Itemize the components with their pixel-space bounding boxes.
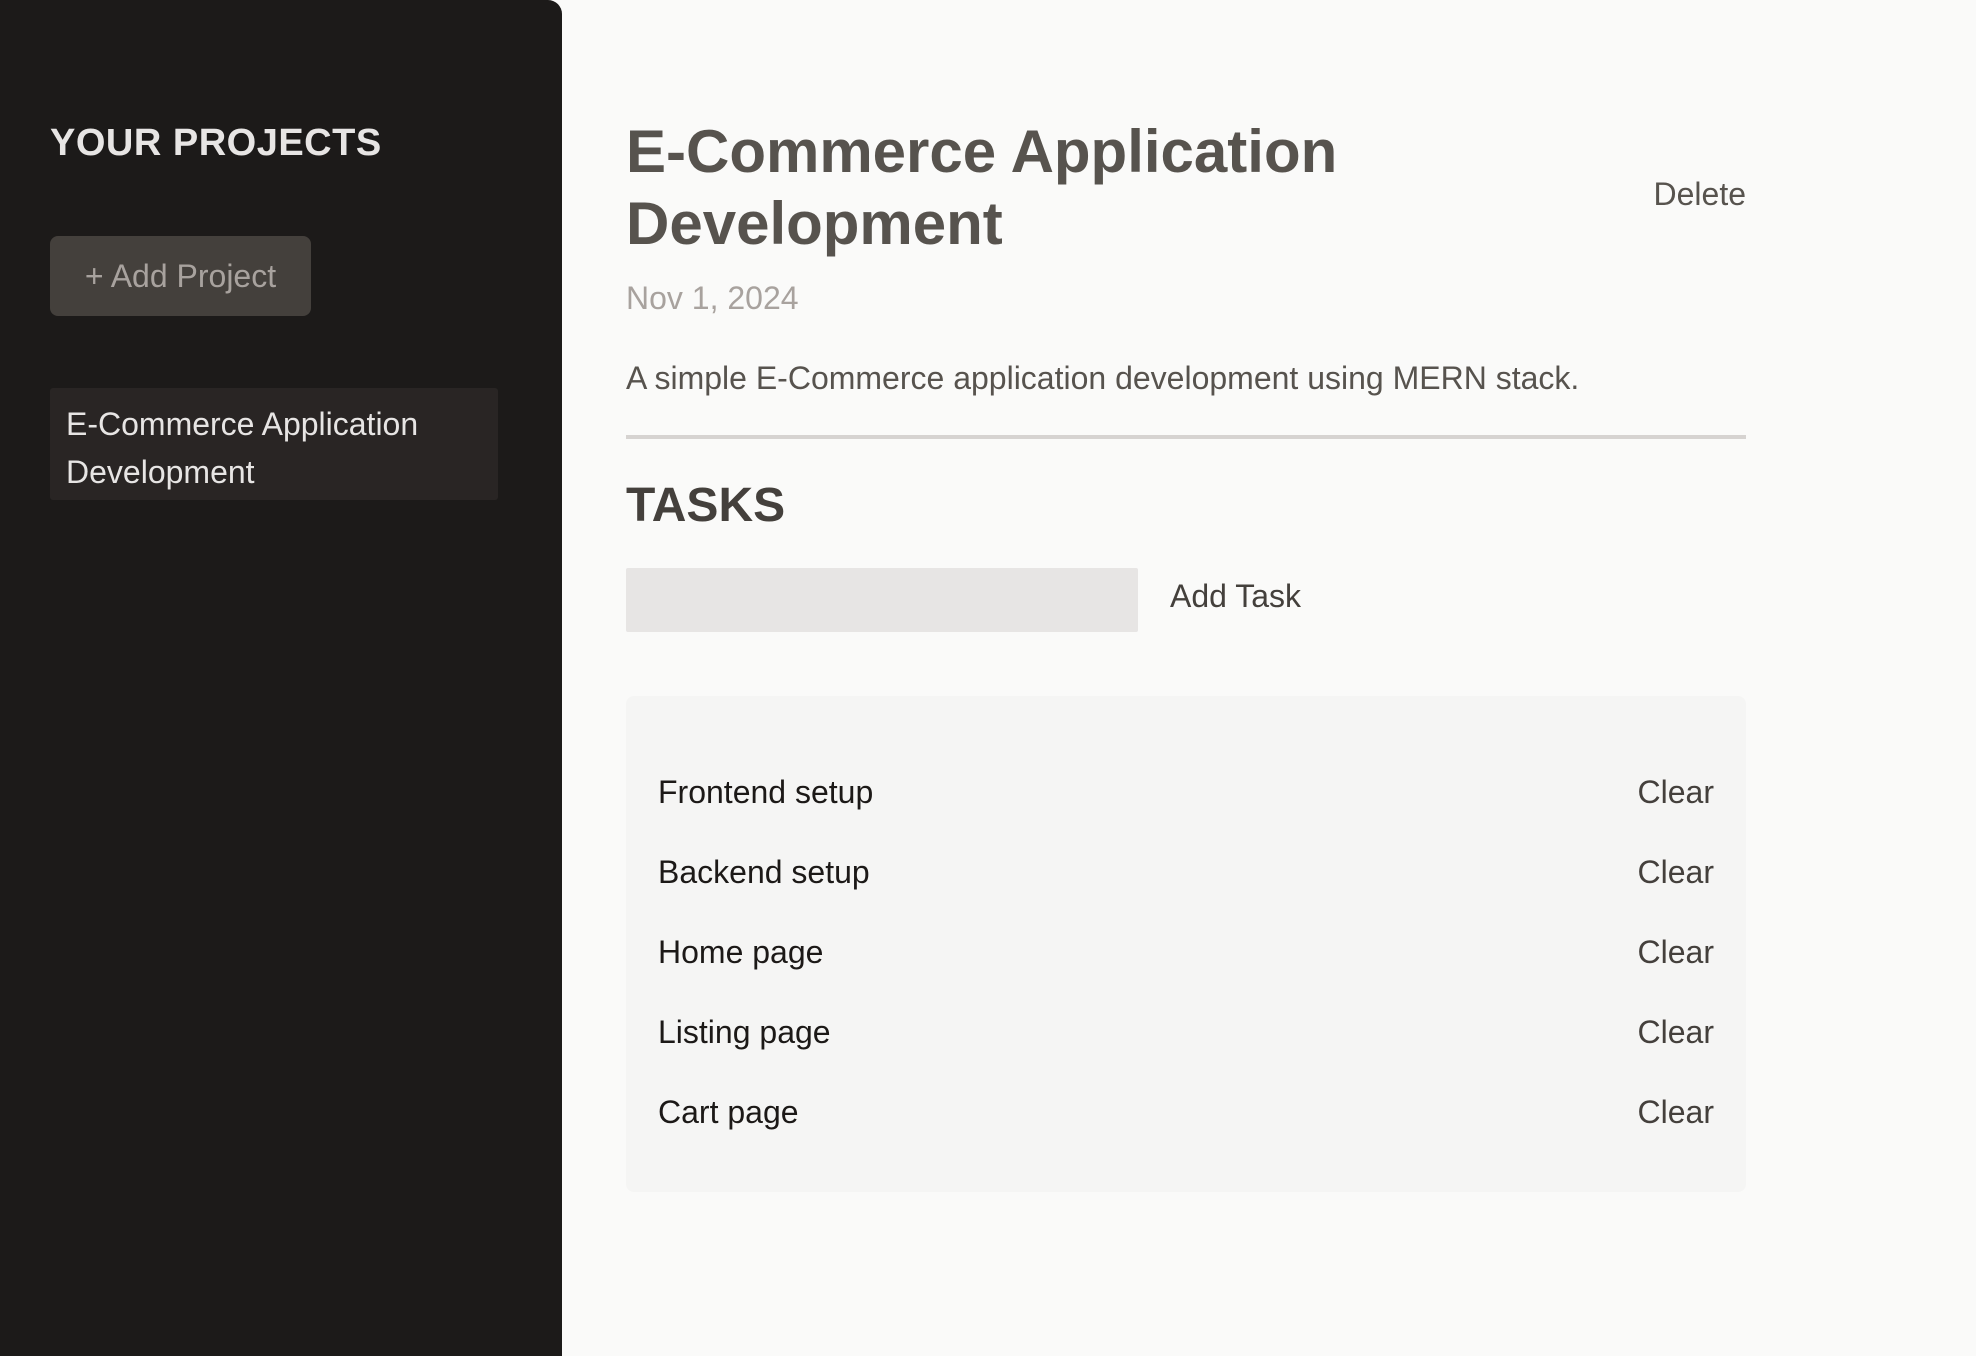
sidebar-item-project[interactable]: E-Commerce Application Development: [50, 388, 498, 500]
sidebar: YOUR PROJECTS + Add Project E-Commerce A…: [0, 0, 562, 1356]
task-item: Frontend setup Clear: [658, 752, 1714, 832]
task-name: Backend setup: [658, 853, 870, 890]
new-task-input[interactable]: [626, 568, 1138, 632]
task-item: Home page Clear: [658, 912, 1714, 992]
divider: [626, 435, 1746, 439]
clear-task-button[interactable]: Clear: [1638, 774, 1714, 811]
clear-task-button[interactable]: Clear: [1638, 1014, 1714, 1051]
task-name: Cart page: [658, 1093, 799, 1130]
task-item: Backend setup Clear: [658, 832, 1714, 912]
task-list: Frontend setup Clear Backend setup Clear…: [626, 696, 1746, 1192]
task-item: Cart page Clear: [658, 1072, 1714, 1152]
clear-task-button[interactable]: Clear: [1638, 854, 1714, 891]
clear-task-button[interactable]: Clear: [1638, 934, 1714, 971]
add-task-button[interactable]: Add Task: [1170, 578, 1301, 615]
task-name: Home page: [658, 933, 824, 970]
project-date: Nov 1, 2024: [626, 280, 799, 316]
sidebar-title: YOUR PROJECTS: [50, 122, 382, 164]
add-project-button[interactable]: + Add Project: [50, 236, 311, 316]
project-description: A simple E-Commerce application developm…: [626, 360, 1580, 396]
delete-project-button[interactable]: Delete: [1654, 176, 1747, 213]
clear-task-button[interactable]: Clear: [1638, 1094, 1714, 1131]
task-name: Frontend setup: [658, 773, 874, 810]
project-detail: E-Commerce Application Development Delet…: [626, 0, 1746, 1356]
task-item: Listing page Clear: [658, 992, 1714, 1072]
task-name: Listing page: [658, 1013, 831, 1050]
page-title: E-Commerce Application Development: [626, 118, 1338, 257]
tasks-heading: TASKS: [626, 479, 786, 532]
